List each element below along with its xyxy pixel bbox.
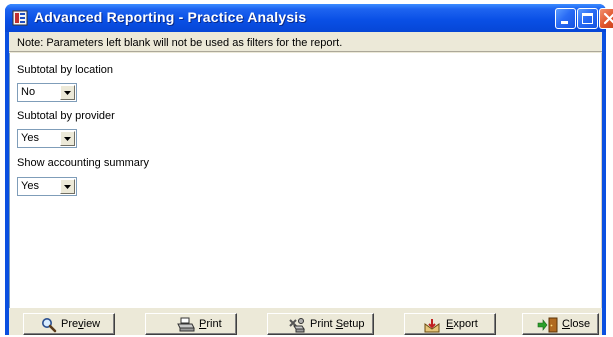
provider-dropdown-arrow-button[interactable] — [60, 131, 75, 146]
minimize-button[interactable] — [555, 8, 576, 29]
chevron-down-icon — [64, 185, 71, 189]
location-subtotal-dropdown[interactable]: No — [17, 83, 77, 102]
minimize-icon — [561, 21, 568, 24]
exit-door-icon — [537, 317, 559, 333]
export-label-end: xport — [453, 318, 478, 330]
export-button[interactable]: Export — [404, 313, 496, 335]
window-title: Advanced Reporting - Practice Analysis — [34, 9, 307, 25]
window-client-area: Note: Parameters left blank will not be … — [9, 32, 602, 335]
close-label-end: lose — [569, 318, 591, 330]
title-bar[interactable]: Advanced Reporting - Practice Analysis — [5, 4, 613, 32]
maximize-button[interactable] — [577, 8, 598, 29]
button-bar: Preview Print Print Setup Export Close — [9, 308, 602, 335]
preview-label-start: Pre — [61, 318, 79, 330]
preview-button[interactable]: Preview — [23, 313, 115, 335]
location-subtotal-value: No — [21, 86, 36, 98]
close-button[interactable]: Close — [522, 313, 599, 335]
print-button[interactable]: Print — [145, 313, 237, 335]
accounting-summary-value: Yes — [21, 180, 39, 192]
close-label-key: C — [562, 318, 570, 330]
printer-icon — [177, 317, 195, 333]
print-setup-label-end: etup — [343, 318, 365, 330]
location-subtotal-label: Subtotal by location — [17, 64, 114, 76]
provider-subtotal-label: Subtotal by provider — [17, 110, 115, 122]
close-window-button[interactable] — [599, 8, 613, 29]
accounting-summary-dropdown[interactable]: Yes — [17, 177, 77, 196]
preview-label-end: iew — [83, 318, 101, 330]
report-window: Advanced Reporting - Practice Analysis N… — [5, 4, 613, 335]
filter-note: Note: Parameters left blank will not be … — [9, 32, 602, 52]
printer-setup-icon — [288, 317, 305, 333]
report-app-icon — [12, 10, 28, 26]
magnifier-icon — [41, 317, 57, 333]
chevron-down-icon — [64, 91, 71, 95]
print-setup-label-key: S — [335, 318, 344, 330]
accounting-summary-label: Show accounting summary — [17, 157, 150, 169]
print-label-end: rint — [206, 318, 222, 330]
close-icon — [603, 12, 613, 25]
provider-subtotal-value: Yes — [21, 132, 39, 144]
maximize-icon — [582, 13, 593, 24]
print-setup-label-start: Print — [310, 318, 336, 330]
print-setup-button[interactable]: Print Setup — [267, 313, 374, 335]
provider-subtotal-dropdown[interactable]: Yes — [17, 129, 77, 148]
chevron-down-icon — [64, 137, 71, 141]
parameters-panel: Subtotal by location No Subtotal by prov… — [9, 53, 602, 308]
export-icon — [424, 317, 440, 333]
accounting-dropdown-arrow-button[interactable] — [60, 179, 75, 194]
location-dropdown-arrow-button[interactable] — [60, 85, 75, 100]
